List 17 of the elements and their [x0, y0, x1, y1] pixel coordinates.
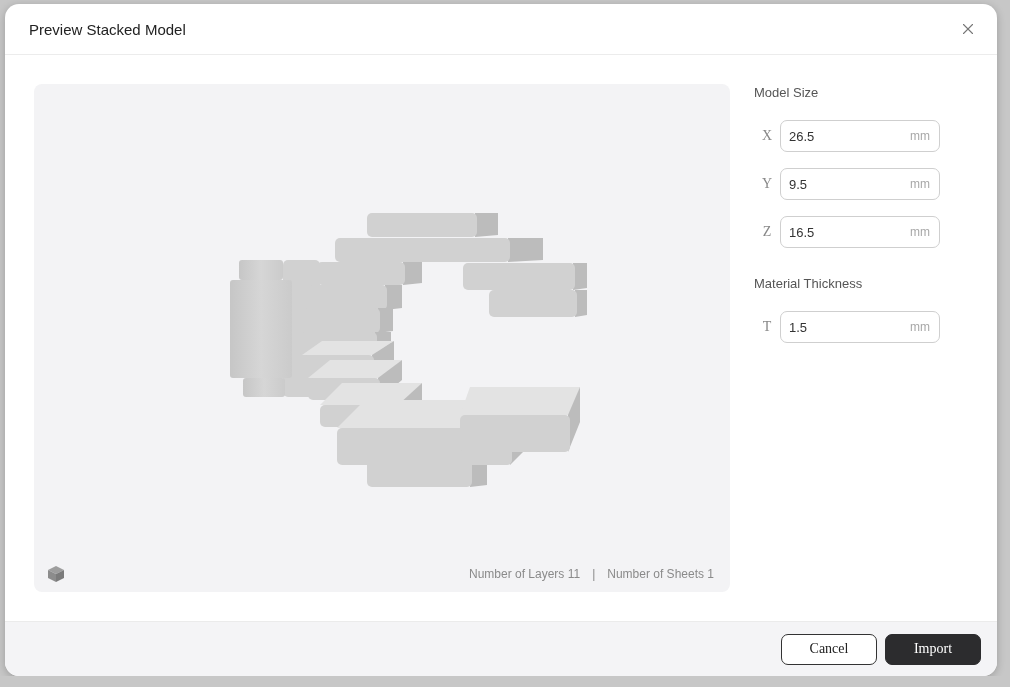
cube-icon[interactable]: [47, 565, 65, 583]
unit-label: mm: [910, 177, 930, 191]
axis-label: Y: [760, 176, 774, 192]
axis-label: T: [761, 319, 773, 335]
import-button[interactable]: Import: [885, 633, 981, 665]
unit-label: mm: [910, 225, 930, 239]
section-heading: Model Size: [754, 85, 820, 101]
stat-text: Number of Sheets 1: [607, 567, 714, 581]
section-heading: Material Thickness: [754, 276, 864, 292]
axis-label: Z: [761, 224, 773, 240]
stat-text: Number of Layers 11: [468, 567, 581, 581]
axis-label: X: [760, 128, 774, 144]
unit-label: mm: [910, 320, 930, 334]
dialog-title: Preview Stacked Model: [29, 20, 186, 38]
stats-separator: |: [592, 567, 596, 581]
cancel-button[interactable]: Cancel: [781, 633, 877, 665]
unit-label: mm: [910, 129, 930, 143]
